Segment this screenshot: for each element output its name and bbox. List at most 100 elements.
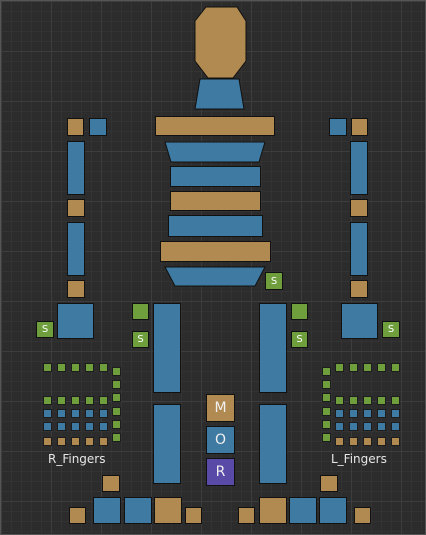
offset-control-button[interactable]: O — [206, 426, 235, 454]
r-hand-control[interactable] — [57, 303, 94, 339]
l-clavicle-fk[interactable] — [351, 118, 368, 136]
r-finger-switch-3[interactable] — [112, 420, 121, 429]
l-finger-0-joint-1[interactable] — [335, 409, 344, 418]
l-finger-4-joint-2[interactable] — [391, 422, 400, 431]
r-leg-switch-button[interactable]: S — [132, 331, 149, 348]
r-toe-control[interactable] — [185, 507, 202, 524]
r-finger-switch-0[interactable] — [112, 380, 121, 389]
l-finger-2-joint-3[interactable] — [363, 437, 372, 446]
spine-control-4[interactable] — [168, 215, 263, 237]
l-thigh-control[interactable] — [259, 303, 287, 393]
l-finger-0-joint-3[interactable] — [335, 437, 344, 446]
r-finger-0-joint-2[interactable] — [43, 422, 52, 431]
r-thigh-control[interactable] — [153, 303, 181, 393]
r-finger-2-joint-0[interactable] — [71, 396, 80, 405]
l-leg-switch-button[interactable]: S — [291, 331, 308, 348]
l-finger-4-joint-1[interactable] — [391, 409, 400, 418]
main-control-button[interactable]: M — [206, 394, 235, 422]
r-finger-meta-2[interactable] — [71, 363, 80, 372]
r-finger-1-joint-3[interactable] — [57, 437, 66, 446]
r-foot-ik-control[interactable] — [93, 497, 121, 524]
r-finger-4-joint-1[interactable] — [99, 409, 108, 418]
l-finger-3-joint-2[interactable] — [377, 422, 386, 431]
l-finger-meta-4[interactable] — [391, 363, 400, 372]
l-upperarm-control[interactable] — [350, 141, 368, 195]
r-finger-1-joint-0[interactable] — [57, 396, 66, 405]
l-finger-4-joint-3[interactable] — [391, 437, 400, 446]
l-finger-0-joint-2[interactable] — [335, 422, 344, 431]
l-finger-2-joint-2[interactable] — [363, 422, 372, 431]
l-finger-switch-4[interactable] — [322, 433, 331, 442]
spine-switch-button[interactable]: S — [265, 272, 283, 290]
r-finger-4-joint-3[interactable] — [99, 437, 108, 446]
l-finger-1-joint-2[interactable] — [349, 422, 358, 431]
r-finger-4-joint-0[interactable] — [99, 396, 108, 405]
l-finger-2-joint-1[interactable] — [363, 409, 372, 418]
l-finger-1-joint-0[interactable] — [349, 396, 358, 405]
l-finger-3-joint-3[interactable] — [377, 437, 386, 446]
r-finger-3-joint-2[interactable] — [85, 422, 94, 431]
l-finger-meta-3[interactable] — [377, 363, 386, 372]
r-finger-3-joint-1[interactable] — [85, 409, 94, 418]
l-finger-3-joint-0[interactable] — [377, 396, 386, 405]
r-ankle-control[interactable] — [124, 497, 152, 524]
r-finger-switch-2[interactable] — [112, 407, 121, 416]
r-clavicle-ik[interactable] — [89, 118, 107, 136]
r-finger-0-joint-1[interactable] — [43, 409, 52, 418]
l-ball-control[interactable] — [259, 497, 287, 524]
r-upperarm-control[interactable] — [67, 141, 85, 195]
l-finger-switch-0[interactable] — [322, 380, 331, 389]
l-forearm-control[interactable] — [350, 222, 368, 276]
l-finger-meta-2[interactable] — [363, 363, 372, 372]
l-hand-control[interactable] — [341, 303, 378, 339]
r-finger-switch-1[interactable] — [112, 393, 121, 402]
l-finger-switch-1[interactable] — [322, 393, 331, 402]
l-finger-3-joint-1[interactable] — [377, 409, 386, 418]
l-toe-tip-control[interactable] — [354, 507, 371, 524]
l-foot-ik-control[interactable] — [319, 497, 347, 524]
l-finger-1-joint-1[interactable] — [349, 409, 358, 418]
l-finger-1-joint-3[interactable] — [349, 437, 358, 446]
l-finger-0-joint-0[interactable] — [335, 396, 344, 405]
l-heel-control[interactable] — [320, 475, 338, 492]
r-finger-3-joint-3[interactable] — [85, 437, 94, 446]
l-finger-2-joint-0[interactable] — [363, 396, 372, 405]
r-finger-3-joint-0[interactable] — [85, 396, 94, 405]
pelvis-control[interactable] — [160, 241, 271, 262]
l-wrist-control[interactable] — [350, 280, 368, 298]
r-finger-1-joint-2[interactable] — [57, 422, 66, 431]
l-finger-switch-3[interactable] — [322, 420, 331, 429]
l-finger-thumb-0[interactable] — [322, 367, 331, 376]
r-finger-2-joint-3[interactable] — [71, 437, 80, 446]
l-finger-switch-2[interactable] — [322, 407, 331, 416]
r-ball-control[interactable] — [154, 497, 182, 524]
spine-control-3[interactable] — [170, 191, 261, 211]
r-finger-4-joint-2[interactable] — [99, 422, 108, 431]
r-finger-0-joint-3[interactable] — [43, 437, 52, 446]
r-wrist-control[interactable] — [67, 280, 85, 298]
l-arm-switch-button[interactable]: S — [382, 321, 400, 338]
r-finger-1-joint-1[interactable] — [57, 409, 66, 418]
l-ankle-control[interactable] — [289, 497, 317, 524]
r-clavicle-fk[interactable] — [67, 118, 84, 136]
r-finger-meta-3[interactable] — [85, 363, 94, 372]
root-control-button[interactable]: R — [206, 458, 235, 486]
l-toe-control[interactable] — [238, 507, 255, 524]
r-forearm-control[interactable] — [67, 222, 85, 276]
r-leg-switch-fk[interactable] — [132, 303, 149, 320]
r-finger-thumb-0[interactable] — [112, 367, 121, 376]
r-heel-control[interactable] — [102, 475, 120, 492]
r-finger-meta-0[interactable] — [43, 363, 52, 372]
l-elbow-control[interactable] — [350, 199, 368, 217]
l-finger-4-joint-0[interactable] — [391, 396, 400, 405]
r-elbow-control[interactable] — [67, 199, 85, 217]
r-finger-meta-1[interactable] — [57, 363, 66, 372]
spine-control-2[interactable] — [170, 166, 261, 187]
l-leg-switch-fk[interactable] — [291, 303, 308, 320]
l-clavicle-ik[interactable] — [329, 118, 347, 136]
l-shin-control[interactable] — [259, 404, 287, 484]
r-finger-switch-4[interactable] — [112, 433, 121, 442]
r-finger-2-joint-2[interactable] — [71, 422, 80, 431]
r-finger-0-joint-0[interactable] — [43, 396, 52, 405]
l-finger-meta-1[interactable] — [349, 363, 358, 372]
